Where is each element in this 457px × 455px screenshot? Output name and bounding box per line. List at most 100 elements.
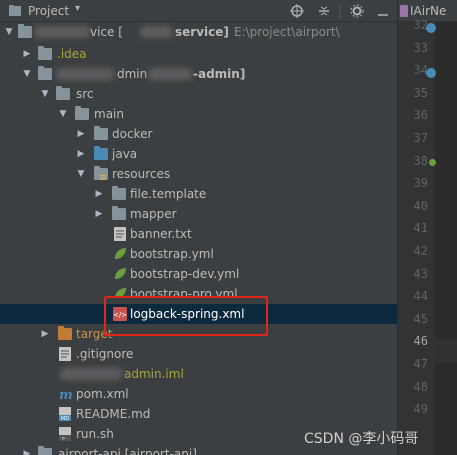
pom-label: pom.xml <box>76 387 129 401</box>
tree-row-java[interactable]: ▶ java <box>0 144 397 164</box>
project-icon <box>8 0 22 22</box>
iml-label: admin.iml <box>124 367 184 381</box>
chevron-right-icon[interactable]: ▶ <box>22 44 32 64</box>
folder-icon <box>75 106 89 120</box>
folder-icon <box>112 186 126 200</box>
implemented-method-icon[interactable] <box>426 68 436 78</box>
chevron-down-icon[interactable]: ▼ <box>76 164 86 184</box>
chevron-right-icon[interactable]: ▶ <box>76 124 86 144</box>
file-template-label: file.template <box>130 187 207 201</box>
idea-label: .idea <box>57 47 87 61</box>
excluded-folder-icon <box>58 326 72 340</box>
folder-icon <box>56 86 70 100</box>
tree-row-root[interactable]: ▼ vice [ service] E:\project\airport\ <box>0 22 397 42</box>
tree-row-pom[interactable]: m pom.xml <box>0 384 397 404</box>
spring-leaf-icon <box>113 267 126 281</box>
tree-row-banner[interactable]: banner.txt <box>0 224 397 244</box>
markdown-file-icon: MD <box>59 407 71 422</box>
tree-row-bootstrap[interactable]: bootstrap.yml <box>0 244 397 264</box>
banner-label: banner.txt <box>130 227 192 241</box>
chevron-right-icon[interactable]: ▶ <box>94 184 104 204</box>
hide-icon[interactable] <box>376 0 390 22</box>
resources-marker-icon <box>100 174 106 180</box>
tree-row-mapper[interactable]: ▶ mapper <box>0 204 397 224</box>
bootstrap-label: bootstrap.yml <box>130 247 214 261</box>
root-label-a: vice [ <box>90 25 123 39</box>
text-file-icon <box>59 347 71 361</box>
collapse-icon[interactable] <box>317 0 331 22</box>
tree-row-docker[interactable]: ▶ docker <box>0 124 397 144</box>
java-label: java <box>112 147 138 161</box>
line-number: 42 <box>413 244 428 258</box>
tree-row-resources[interactable]: ▼ resources <box>0 164 397 184</box>
line-number: 48 <box>413 379 428 394</box>
gitignore-label: .gitignore <box>76 347 134 361</box>
maven-icon: m <box>58 387 74 403</box>
chevron-down-icon[interactable]: ▼ <box>4 22 14 42</box>
chevron-right-icon[interactable]: ▶ <box>40 324 50 344</box>
chevron-right-icon[interactable]: ▶ <box>94 204 104 224</box>
root-path: E:\project\airport\ <box>234 25 340 39</box>
docker-label: docker <box>112 127 153 141</box>
module-folder-icon <box>38 66 52 80</box>
module-label-a: dmin <box>117 67 148 81</box>
tree-row-readme[interactable]: MD README.md <box>0 404 397 424</box>
line-number: 49 <box>413 402 428 417</box>
folder-icon <box>112 206 126 220</box>
run-label: run.sh <box>76 427 114 441</box>
project-view-title[interactable]: Project <box>28 0 69 22</box>
highlight-box <box>104 296 268 336</box>
folder-icon <box>94 126 108 140</box>
text-file-icon <box>114 227 126 241</box>
tree-row-src[interactable]: ▼ src <box>0 84 397 104</box>
tree-row-main[interactable]: ▼ main <box>0 104 397 124</box>
separator: | <box>338 4 343 18</box>
tree-row-gitignore[interactable]: .gitignore <box>0 344 397 364</box>
chevron-down-icon[interactable]: ▼ <box>58 104 68 124</box>
tree-row-file-template[interactable]: ▶ file.template <box>0 184 397 204</box>
resources-label: resources <box>112 167 171 181</box>
line-number: 38 <box>413 153 428 168</box>
root-label-b: service] <box>175 25 229 39</box>
redacted-text <box>60 368 122 380</box>
implemented-method-icon[interactable] <box>426 23 436 33</box>
breakpoint-icon[interactable] <box>429 159 436 166</box>
chevron-right-icon[interactable]: ▶ <box>22 444 32 455</box>
svg-text:m: m <box>59 388 73 401</box>
chevron-down-icon[interactable]: ▼ <box>22 64 32 84</box>
src-label: src <box>76 87 94 101</box>
tree-row-idea[interactable]: ▶ .idea <box>0 44 397 64</box>
code-area[interactable] <box>435 22 457 455</box>
bootstrap-dev-label: bootstrap-dev.yml <box>130 267 240 281</box>
airport-api-label: airport-api [airport-api] <box>58 447 197 455</box>
module-folder-icon <box>38 446 52 455</box>
line-number: 39 <box>413 176 428 191</box>
svg-text:>_: >_ <box>62 436 69 441</box>
redacted-text <box>140 26 172 38</box>
settings-icon[interactable] <box>350 0 364 22</box>
redacted-text <box>56 68 114 80</box>
source-folder-icon <box>94 146 108 160</box>
interface-icon <box>400 5 408 17</box>
redacted-text <box>34 26 90 38</box>
shell-file-icon: >_ <box>59 427 71 442</box>
line-number: 36 <box>413 108 428 123</box>
watermark: CSDN @李小码哥 <box>304 431 419 447</box>
chevron-right-icon[interactable]: ▶ <box>76 144 86 164</box>
tree-row-module[interactable]: ▼ dmin -admin] <box>0 64 397 84</box>
line-number: 43 <box>413 266 428 281</box>
spring-leaf-icon <box>113 247 126 261</box>
dropdown-caret-icon[interactable]: ▾ <box>75 3 80 14</box>
line-number: 33 <box>413 40 428 55</box>
chevron-down-icon[interactable]: ▼ <box>40 84 50 104</box>
project-toolbar: Project ▾ | <box>0 0 397 22</box>
svg-text:MD: MD <box>61 416 69 421</box>
line-number: 46 <box>413 334 428 349</box>
tree-row-bootstrap-dev[interactable]: bootstrap-dev.yml <box>0 264 397 284</box>
editor-panel: IAirNe 32 33 34 35 36 37 38 39 40 41 42 43 44 45 46 47 4… <box>398 0 457 455</box>
folder-icon <box>38 46 52 60</box>
project-tree: ▼ vice [ service] E:\project\airport\ ▶ … <box>0 22 397 455</box>
tree-row-iml[interactable]: admin.iml <box>0 364 397 384</box>
line-number: 34 <box>413 63 428 78</box>
locate-icon[interactable] <box>290 0 304 22</box>
